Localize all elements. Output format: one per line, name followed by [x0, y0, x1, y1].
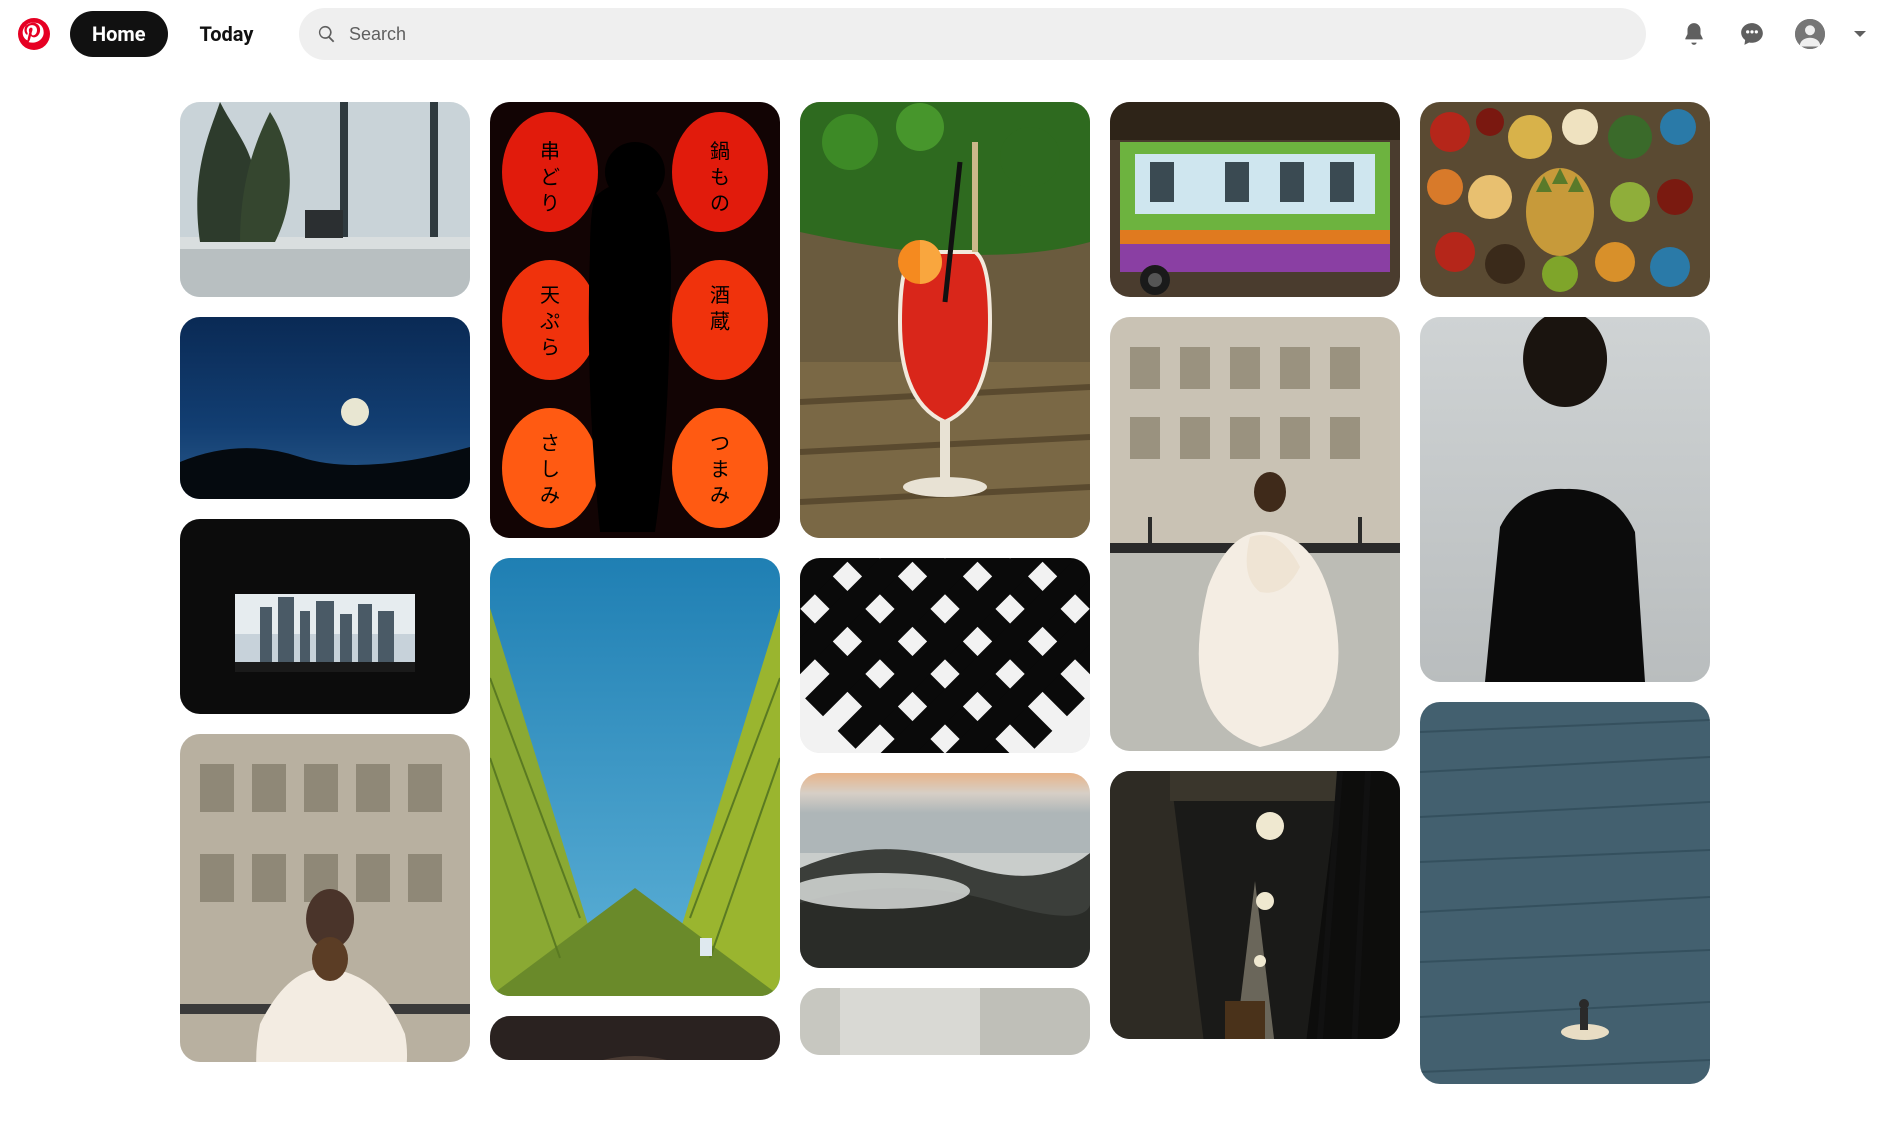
pin-gallery-interior[interactable] [800, 988, 1090, 1055]
svg-text:み: み [710, 483, 730, 507]
svg-text:鍋: 鍋 [710, 139, 730, 163]
chat-icon [1739, 21, 1765, 47]
bell-icon [1681, 21, 1707, 47]
top-header: Home Today [0, 0, 1890, 68]
feed-column-5 [1420, 102, 1710, 1084]
pin-man-back-grey-sky[interactable] [1420, 317, 1710, 682]
pin-bride-building[interactable] [180, 734, 470, 1062]
search-input[interactable] [349, 24, 1628, 45]
pin-purple-green-bus[interactable] [1110, 102, 1400, 297]
messages-button[interactable] [1728, 10, 1776, 58]
pin-industrial-corridor[interactable] [1110, 771, 1400, 1039]
home-feed: 串 ど り 鍋 も の 天 ぷ ら 酒 蔵 さ し み つ [0, 68, 1890, 1144]
svg-text:蔵: 蔵 [710, 309, 730, 333]
svg-text:酒: 酒 [710, 283, 730, 307]
notifications-button[interactable] [1670, 10, 1718, 58]
svg-text:ま: ま [710, 457, 730, 481]
pin-dim-abstract[interactable] [490, 1016, 780, 1060]
masonry-grid: 串 ど り 鍋 も の 天 ぷ ら 酒 蔵 さ し み つ [180, 102, 1710, 1084]
pin-food-flatlay[interactable] [1420, 102, 1710, 297]
svg-text:ど: ど [540, 165, 560, 189]
nav-today-label: Today [200, 22, 254, 46]
svg-text:天: 天 [540, 283, 560, 307]
pin-skyline-through-tunnel[interactable] [180, 519, 470, 714]
nav-today[interactable]: Today [178, 11, 276, 57]
svg-text:み: み [540, 483, 560, 507]
svg-text:り: り [540, 191, 560, 215]
pin-office-plant-window[interactable] [180, 102, 470, 297]
person-icon [1795, 19, 1825, 49]
pin-green-buildings-sky[interactable] [490, 558, 780, 996]
svg-text:ら: ら [540, 335, 560, 359]
nav-home-label: Home [92, 22, 146, 46]
svg-text:つ: つ [710, 431, 730, 455]
feed-column-4 [1110, 102, 1400, 1084]
pin-moon-night-sky[interactable] [180, 317, 470, 499]
nav-home[interactable]: Home [70, 11, 168, 57]
pin-foggy-hills-sunset[interactable] [800, 773, 1090, 968]
pinterest-logo[interactable] [8, 8, 60, 60]
avatar [1795, 19, 1825, 49]
svg-text:串: 串 [540, 139, 560, 163]
svg-text:も: も [710, 165, 730, 189]
pin-red-lanterns-silhouette[interactable]: 串 ど り 鍋 も の 天 ぷ ら 酒 蔵 さ し み つ [490, 102, 780, 538]
pin-bride-parking-lot[interactable] [1110, 317, 1400, 751]
feed-column-1 [180, 102, 470, 1084]
chevron-down-icon [1851, 25, 1869, 43]
svg-text:さ: さ [540, 431, 560, 455]
search-icon [317, 24, 337, 44]
svg-text:し: し [540, 457, 560, 481]
svg-text:の: の [710, 191, 730, 215]
feed-column-2: 串 ど り 鍋 も の 天 ぷ ら 酒 蔵 さ し み つ [490, 102, 780, 1084]
pinterest-logo-icon [18, 18, 50, 50]
feed-column-3 [800, 102, 1090, 1084]
search-bar[interactable] [299, 8, 1646, 60]
pin-red-cocktail-drink[interactable] [800, 102, 1090, 538]
profile-button[interactable] [1786, 10, 1834, 58]
pin-black-ceiling-grid[interactable] [800, 558, 1090, 753]
account-menu-button[interactable] [1844, 10, 1876, 58]
pin-paddleboarder-ocean[interactable] [1420, 702, 1710, 1084]
svg-text:ぷ: ぷ [540, 309, 560, 333]
